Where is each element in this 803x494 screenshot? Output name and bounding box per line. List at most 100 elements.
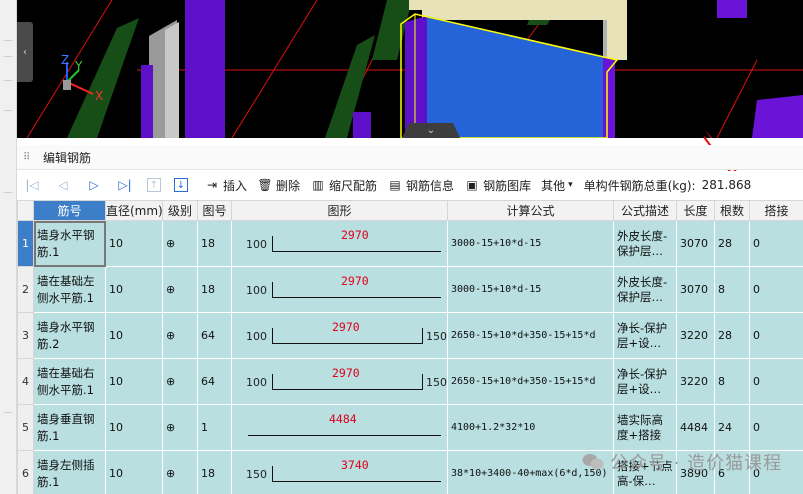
count-cell[interactable]: 8 xyxy=(714,358,750,405)
table-row[interactable]: 5 墙身垂直钢筋.1 10 ⊕ 1 4484 4100+1.2*32*10 墙实际高 度+搭接 4… xyxy=(17,404,803,451)
diameter-cell[interactable]: 10 xyxy=(105,450,163,494)
shape-cell[interactable]: 150 3740 xyxy=(231,450,448,494)
length-cell[interactable]: 3070 xyxy=(676,220,715,267)
grade-cell[interactable]: ⊕ xyxy=(162,220,198,267)
formula-cell[interactable]: 2650-15+10*d+350-15+15*d xyxy=(447,312,614,359)
figure-no-cell[interactable]: 18 xyxy=(197,266,232,313)
collapse-panel-bottom-button[interactable]: ⌄ xyxy=(402,123,460,138)
column-header[interactable]: 公式描述 xyxy=(613,200,677,221)
row-number[interactable]: 5 xyxy=(17,404,34,451)
column-header[interactable]: 长度 xyxy=(676,200,715,221)
lap-cell[interactable]: 0 xyxy=(749,266,803,313)
table-row[interactable]: 3 墙身水平钢筋.2 10 ⊕ 64 100 150 2970 2650-15+10*d+350… xyxy=(17,312,803,359)
column-header[interactable]: 图号 xyxy=(197,200,232,221)
row-number[interactable]: 3 xyxy=(17,312,34,359)
move-up-icon[interactable]: ↑ xyxy=(147,178,161,192)
row-number[interactable]: 1 xyxy=(17,220,34,267)
formula-cell[interactable]: 3000-15+10*d-15 xyxy=(447,266,614,313)
figure-no-cell[interactable]: 18 xyxy=(197,220,232,267)
3d-viewport[interactable]: Z Y X xyxy=(17,0,803,138)
description-line: 外皮长度- xyxy=(617,228,668,243)
column-header[interactable]: 图形 xyxy=(231,200,448,221)
grade-cell[interactable]: ⊕ xyxy=(162,358,198,405)
column-header[interactable]: 筋号 xyxy=(33,200,106,221)
other-menu-button[interactable]: 其他 ▾ xyxy=(538,174,576,196)
row-number[interactable]: 2 xyxy=(17,266,34,313)
right-hook-label: 150 xyxy=(426,375,447,389)
length-cell[interactable]: 4484 xyxy=(676,404,715,451)
toolbar: |◁ ◁ ▷ ▷| ↑ ↓ ⇥ 插入 🗑 删除 ▥ 缩尺配筋 ▤ 钢筋信息 ▣ 钢筋图库 … xyxy=(17,171,803,199)
column-header[interactable]: 级别 xyxy=(162,200,198,221)
figure-no-cell[interactable]: 64 xyxy=(197,358,232,405)
count-cell[interactable]: 28 xyxy=(714,312,750,359)
diameter-cell[interactable]: 10 xyxy=(105,220,163,267)
figure-no-cell[interactable]: 64 xyxy=(197,312,232,359)
shape-cell[interactable]: 100 2970 xyxy=(231,266,448,313)
left-hook-line xyxy=(272,373,273,390)
formula-description-cell[interactable]: 净长-保护 层+设… xyxy=(613,312,677,359)
lap-cell[interactable]: 0 xyxy=(749,312,803,359)
rebar-name-cell[interactable]: 墙身水平钢筋.2 xyxy=(33,312,106,359)
table-row[interactable]: 1 墙身水平钢筋.1 10 ⊕ 18 100 2970 3000-15+10*d-15 外皮长度… xyxy=(17,220,803,267)
lap-cell[interactable]: 0 xyxy=(749,358,803,405)
column-header[interactable]: 根数 xyxy=(714,200,750,221)
rebar-name-cell[interactable]: 墙在基础右侧水平筋.1 xyxy=(33,358,106,405)
diameter-cell[interactable]: 10 xyxy=(105,266,163,313)
grade-cell[interactable]: ⊕ xyxy=(162,312,198,359)
length-cell[interactable]: 3220 xyxy=(676,312,715,359)
scale-config-button[interactable]: ▥ 缩尺配筋 xyxy=(307,174,380,196)
count-cell[interactable]: 8 xyxy=(714,266,750,313)
length-cell[interactable]: 3070 xyxy=(676,266,715,313)
formula-cell[interactable]: 2650-15+10*d+350-15+15*d xyxy=(447,358,614,405)
formula-description-cell[interactable]: 外皮长度- 保护层… xyxy=(613,266,677,313)
shape-cell[interactable]: 100 150 2970 xyxy=(231,312,448,359)
rebar-name-cell[interactable]: 墙身水平钢筋.1 xyxy=(33,220,106,267)
formula-description-cell[interactable]: 墙实际高 度+搭接 xyxy=(613,404,677,451)
table-row[interactable]: 2 墙在基础左侧水平筋.1 10 ⊕ 18 100 2970 3000-15+10*d-15 外… xyxy=(17,266,803,313)
rebar-name-cell[interactable]: 墙身垂直钢筋.1 xyxy=(33,404,106,451)
insert-button[interactable]: ⇥ 插入 xyxy=(201,174,250,196)
first-record-icon[interactable]: |◁ xyxy=(23,176,41,194)
shape-cell[interactable]: 4484 xyxy=(231,404,448,451)
next-record-icon[interactable]: ▷ xyxy=(85,176,103,194)
rebar-name-cell[interactable]: 墙身左侧插筋.1 xyxy=(33,450,106,494)
diameter-cell[interactable]: 10 xyxy=(105,404,163,451)
shape-cell[interactable]: 100 150 2970 xyxy=(231,358,448,405)
grade-cell[interactable]: ⊕ xyxy=(162,450,198,494)
collapse-panel-left-button[interactable]: ‹ xyxy=(17,22,33,82)
formula-description-cell[interactable]: 净长-保护 层+设… xyxy=(613,358,677,405)
drag-handle-icon[interactable]: ⠿ xyxy=(23,152,33,163)
last-record-icon[interactable]: ▷| xyxy=(116,176,134,194)
wechat-icon xyxy=(582,454,604,470)
left-hook-line xyxy=(272,465,273,482)
formula-description-cell[interactable]: 外皮长度- 保护层… xyxy=(613,220,677,267)
row-number[interactable]: 4 xyxy=(17,358,34,405)
rebar-info-button[interactable]: ▤ 钢筋信息 xyxy=(384,174,457,196)
length-cell[interactable]: 3220 xyxy=(676,358,715,405)
grade-cell[interactable]: ⊕ xyxy=(162,404,198,451)
move-down-icon[interactable]: ↓ xyxy=(174,178,188,192)
lap-cell[interactable]: 0 xyxy=(749,220,803,267)
figure-no-cell[interactable]: 1 xyxy=(197,404,232,451)
count-cell[interactable]: 24 xyxy=(714,404,750,451)
count-cell[interactable]: 28 xyxy=(714,220,750,267)
row-number[interactable]: 6 xyxy=(17,450,34,494)
table-row[interactable]: 4 墙在基础右侧水平筋.1 10 ⊕ 64 100 150 2970 2650-15+10*d+… xyxy=(17,358,803,405)
diameter-cell[interactable]: 10 xyxy=(105,312,163,359)
formula-cell[interactable]: 3000-15+10*d-15 xyxy=(447,220,614,267)
shape-cell[interactable]: 100 2970 xyxy=(231,220,448,267)
diameter-cell[interactable]: 10 xyxy=(105,358,163,405)
rebar-library-button[interactable]: ▣ 钢筋图库 xyxy=(461,174,534,196)
figure-no-cell[interactable]: 18 xyxy=(197,450,232,494)
chevron-left-icon: ‹ xyxy=(23,46,27,58)
delete-button[interactable]: 🗑 删除 xyxy=(254,174,303,196)
previous-record-icon[interactable]: ◁ xyxy=(54,176,72,194)
grade-cell[interactable]: ⊕ xyxy=(162,266,198,313)
column-header[interactable]: 直径(mm) xyxy=(105,200,163,221)
column-header[interactable]: 搭接 xyxy=(749,200,803,221)
rebar-name-cell[interactable]: 墙在基础左侧水平筋.1 xyxy=(33,266,106,313)
description-line: 保护层… xyxy=(617,289,663,304)
lap-cell[interactable]: 0 xyxy=(749,404,803,451)
formula-cell[interactable]: 4100+1.2*32*10 xyxy=(447,404,614,451)
column-header[interactable]: 计算公式 xyxy=(447,200,614,221)
